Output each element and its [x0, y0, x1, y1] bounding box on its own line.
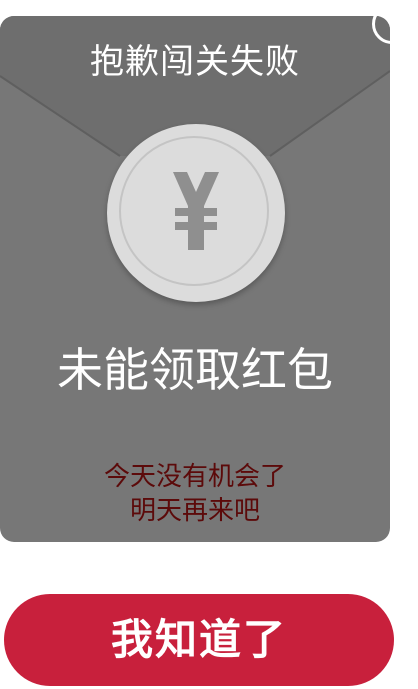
dialog-title: 未能领取红包 [57, 343, 333, 397]
confirm-button[interactable]: 我知道了 [4, 594, 394, 686]
coin [107, 124, 285, 302]
red-envelope-card: 抱歉闯关失败 未能领取红包 今天没有机会了 明天再来吧 [0, 16, 390, 542]
failure-dialog: 抱歉闯关失败 未能领取红包 今天没有机会了 明天再来吧 我知道了 [0, 0, 418, 689]
yen-icon [173, 172, 219, 250]
message-line-2: 明天再来吧 [129, 496, 260, 526]
coin-ring [119, 136, 269, 286]
dialog-header: 抱歉闯关失败 [90, 42, 300, 82]
close-icon[interactable] [372, 4, 412, 44]
message-line-1: 今天没有机会了 [103, 462, 286, 492]
